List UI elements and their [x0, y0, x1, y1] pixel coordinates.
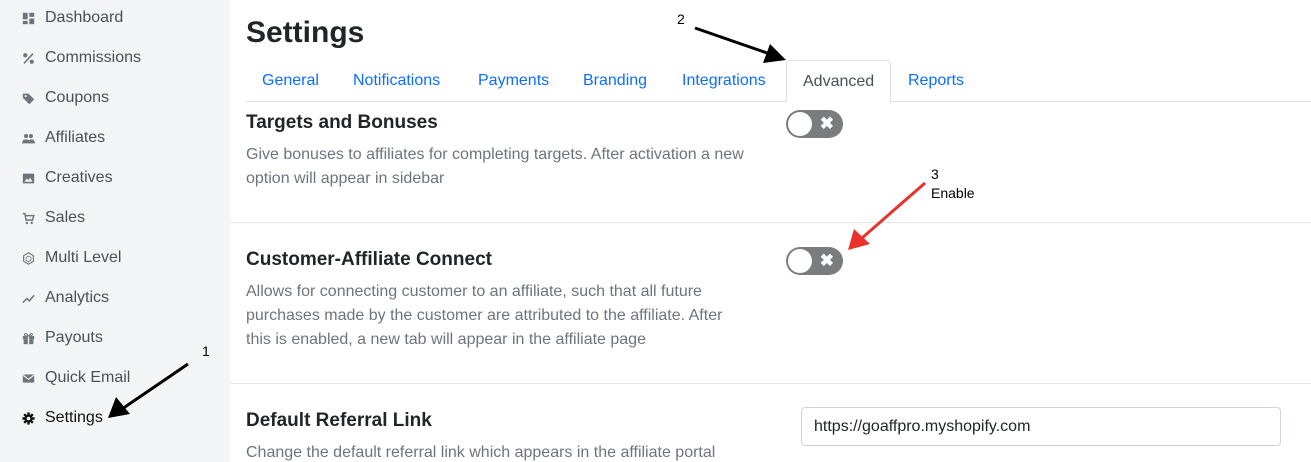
tab-notifications[interactable]: Notifications: [353, 60, 440, 102]
sidebar-item-label: Payouts: [45, 329, 103, 346]
targets-bonuses-description: Give bonuses to affiliates for completin…: [246, 146, 744, 187]
sidebar-item-label: Settings: [45, 409, 103, 426]
targets-bonuses-toggle[interactable]: ✖: [786, 110, 843, 138]
sidebar-item-label: Affiliates: [45, 129, 106, 146]
settings-tabs: General Notifications Payments Branding …: [246, 60, 1311, 103]
default-referral-link-description: Change the default referral link which a…: [246, 444, 716, 461]
tab-branding[interactable]: Branding: [583, 60, 647, 102]
toggle-knob: [788, 112, 812, 136]
sidebar-item-commissions[interactable]: Commissions: [20, 46, 141, 70]
sidebar-item-label: Sales: [45, 209, 86, 226]
sidebar-item-quick-email[interactable]: Quick Email: [20, 366, 130, 390]
cart-icon: [20, 210, 36, 226]
annotation-3-text: Enable: [931, 185, 975, 201]
annotation-2-number: 2: [677, 11, 685, 27]
sidebar-item-label: Quick Email: [45, 369, 131, 386]
customer-affiliate-connect-toggle[interactable]: ✖: [786, 247, 843, 275]
gear-icon: [20, 410, 36, 426]
image-icon: [20, 170, 36, 186]
sidebar-item-creatives[interactable]: Creatives: [20, 166, 113, 190]
hexagon-icon: [20, 250, 36, 266]
tag-icon: [20, 90, 36, 106]
sidebar-item-label: Creatives: [45, 169, 113, 186]
sidebar-item-coupons[interactable]: Coupons: [20, 86, 109, 110]
toggle-knob: [788, 249, 812, 273]
referral-link-input[interactable]: [801, 407, 1281, 446]
targets-bonuses-title: Targets and Bonuses: [246, 112, 438, 133]
sidebar: Dashboard Commissions Coupons Affiliates…: [0, 0, 230, 462]
sidebar-item-payouts[interactable]: Payouts: [20, 326, 103, 350]
arrow-3: [848, 181, 926, 250]
tab-reports[interactable]: Reports: [908, 60, 964, 102]
sidebar-item-affiliates[interactable]: Affiliates: [20, 126, 105, 150]
tab-advanced[interactable]: Advanced: [786, 60, 892, 103]
section-divider: [230, 222, 1311, 223]
percent-icon: [20, 50, 36, 66]
sidebar-item-label: Coupons: [45, 89, 110, 106]
default-referral-link-title: Default Referral Link: [246, 410, 432, 431]
close-icon: ✖: [819, 251, 834, 270]
people-icon: [20, 130, 36, 146]
sidebar-item-settings[interactable]: Settings: [20, 406, 103, 430]
dashboard-icon: [20, 10, 36, 26]
mail-icon: [20, 370, 36, 386]
close-icon: ✖: [819, 114, 834, 133]
annotation-1-number: 1: [202, 343, 210, 359]
annotation-3-number: 3: [931, 166, 939, 182]
sidebar-item-label: Commissions: [45, 49, 142, 66]
sidebar-item-label: Analytics: [45, 289, 110, 306]
sidebar-item-analytics[interactable]: Analytics: [20, 286, 109, 310]
section-divider: [230, 383, 1311, 384]
sidebar-item-dashboard[interactable]: Dashboard: [20, 6, 123, 30]
tab-integrations[interactable]: Integrations: [682, 60, 766, 102]
customer-affiliate-connect-title: Customer-Affiliate Connect: [246, 249, 492, 270]
sidebar-item-label: Dashboard: [45, 9, 124, 26]
gift-icon: [20, 330, 36, 346]
tab-general[interactable]: General: [262, 60, 319, 102]
customer-affiliate-connect-description: Allows for connecting customer to an aff…: [246, 283, 723, 348]
sidebar-item-sales[interactable]: Sales: [20, 206, 85, 230]
arrow-2: [694, 26, 786, 63]
sidebar-item-label: Multi Level: [45, 249, 122, 266]
tab-payments[interactable]: Payments: [478, 60, 549, 102]
sidebar-item-multi-level[interactable]: Multi Level: [20, 246, 121, 270]
trend-icon: [20, 290, 36, 306]
page-title: Settings: [246, 16, 365, 49]
